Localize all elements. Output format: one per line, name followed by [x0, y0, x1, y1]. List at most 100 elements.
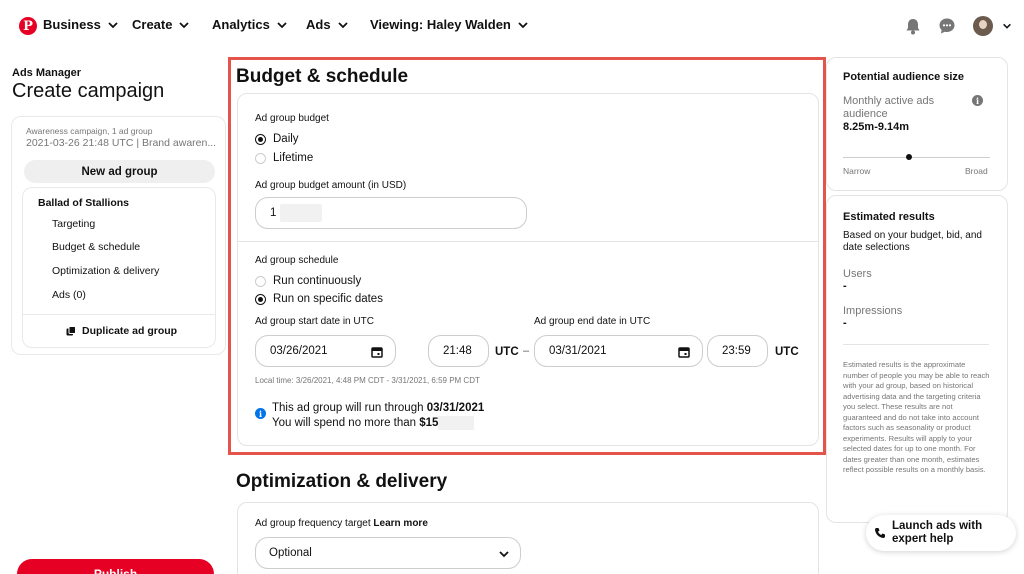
- users-value: -: [843, 280, 847, 292]
- divider: [23, 314, 215, 315]
- utc-label: UTC: [495, 346, 519, 358]
- divider: [843, 344, 989, 345]
- start-date-value: 03/26/2021: [270, 345, 328, 357]
- date-range-dash: –: [523, 345, 530, 357]
- chat-icon[interactable]: [937, 16, 957, 36]
- radio-daily-label: Daily: [273, 133, 299, 145]
- frequency-target-text: Ad group frequency target: [255, 518, 374, 529]
- budget-amount-input[interactable]: 1: [255, 197, 527, 229]
- launch-line1: Launch ads with: [892, 520, 983, 532]
- chevron-down-icon: [499, 551, 509, 558]
- spend-text: You will spend no more than $15: [272, 416, 475, 430]
- start-time-value: 21:48: [443, 345, 472, 357]
- impressions-label: Impressions: [843, 305, 903, 317]
- chevron-down-icon[interactable]: [1002, 21, 1012, 31]
- campaign-details[interactable]: 2021-03-26 21:48 UTC | Brand awaren...: [26, 137, 216, 149]
- nav-ads-label: Ads: [306, 17, 331, 32]
- ad-group-nav-budget-schedule[interactable]: Budget & schedule: [52, 241, 140, 253]
- start-date-input[interactable]: 03/26/2021: [255, 335, 396, 367]
- budget-amount-value: 1: [270, 207, 277, 219]
- start-time-input[interactable]: 21:48: [428, 335, 489, 367]
- budget-type-label: Ad group budget: [255, 113, 329, 124]
- radio-daily[interactable]: Daily: [255, 133, 299, 145]
- optimization-section-title: Optimization & delivery: [236, 471, 448, 492]
- radio-run-continuously-label: Run continuously: [273, 275, 362, 287]
- nav-analytics-label: Analytics: [212, 17, 270, 32]
- divider: [238, 241, 818, 242]
- bell-icon[interactable]: [903, 16, 923, 36]
- avatar[interactable]: [973, 16, 993, 36]
- radio-lifetime[interactable]: Lifetime: [255, 152, 313, 164]
- ad-group-nav-optimization[interactable]: Optimization & delivery: [52, 265, 159, 277]
- chevron-down-icon: [108, 21, 118, 28]
- impressions-value: -: [843, 317, 847, 329]
- budget-card: [237, 93, 819, 446]
- budget-amount-label: Ad group budget amount (in USD): [255, 180, 407, 191]
- ad-group-nav-ads[interactable]: Ads (0): [52, 289, 86, 301]
- chevron-down-icon: [179, 21, 190, 28]
- radio-run-specific-label: Run on specific dates: [273, 293, 383, 305]
- estimated-results-disclaimer: Estimated results is the approximate num…: [843, 360, 990, 474]
- schedule-label: Ad group schedule: [255, 255, 339, 266]
- radio-run-specific-dates[interactable]: Run on specific dates: [255, 293, 383, 305]
- radio-lifetime-label: Lifetime: [273, 152, 314, 164]
- ad-group-nav-targeting[interactable]: Targeting: [52, 218, 95, 230]
- duplicate-ad-group-button[interactable]: Duplicate ad group: [66, 325, 177, 337]
- run-through-prefix: This ad group will run through: [272, 402, 427, 414]
- launch-expert-help-button[interactable]: Launch ads with expert help: [866, 515, 1016, 551]
- utc-label: UTC: [775, 346, 799, 358]
- learn-more-link[interactable]: Learn more: [373, 518, 427, 529]
- audience-size-title: Potential audience size: [843, 71, 965, 83]
- campaign-summary: Awareness campaign, 1 ad group: [26, 126, 153, 136]
- info-icon[interactable]: i: [972, 95, 983, 106]
- ad-group-name[interactable]: Ballad of Stallions: [38, 197, 129, 209]
- radio-button[interactable]: [255, 133, 266, 145]
- spend-value: $15: [419, 417, 439, 430]
- page-title: Create campaign: [12, 80, 165, 102]
- end-time-value: 23:59: [722, 345, 751, 357]
- narrow-label: Narrow: [843, 166, 871, 176]
- chevron-down-icon: [337, 21, 348, 28]
- duplicate-icon: [66, 326, 76, 336]
- local-time-text: Local time: 3/26/2021, 4:48 PM CDT - 3/3…: [255, 376, 480, 385]
- duplicate-label: Duplicate ad group: [82, 325, 178, 337]
- spend-prefix: You will spend no more than: [272, 417, 420, 430]
- audience-range-bar: [843, 157, 990, 158]
- monthly-active-label: Monthly active ads audience: [843, 95, 935, 120]
- ads-manager-label: Ads Manager: [12, 67, 82, 79]
- launch-expert-help-label: Launch ads with expert help: [892, 520, 982, 546]
- chevron-down-icon: [277, 21, 287, 28]
- radio-button[interactable]: [255, 152, 266, 164]
- frequency-target-label: Ad group frequency target Learn more: [255, 518, 428, 529]
- monthly-active-value: 8.25m-9.14m: [843, 121, 910, 133]
- new-ad-group-button[interactable]: New ad group: [24, 160, 215, 183]
- radio-button[interactable]: [255, 293, 266, 305]
- pinterest-logo-icon[interactable]: P: [19, 17, 37, 35]
- redacted-area: [438, 416, 475, 430]
- broad-label: Broad: [965, 166, 988, 176]
- radio-button[interactable]: [255, 275, 266, 287]
- nav-business-label: Business: [43, 17, 101, 32]
- run-through-date: 03/31/2021: [426, 402, 485, 414]
- phone-icon: [875, 528, 885, 538]
- estimated-results-subtitle: Based on your budget, bid, and date sele…: [843, 230, 982, 253]
- redacted-area: [280, 204, 323, 222]
- frequency-target-select[interactable]: Optional: [255, 537, 521, 569]
- nav-business[interactable]: Business: [43, 17, 119, 32]
- publish-button[interactable]: Publish: [17, 559, 214, 574]
- start-date-label: Ad group start date in UTC: [255, 316, 374, 327]
- nav-ads[interactable]: Ads: [306, 17, 349, 32]
- end-date-input[interactable]: 03/31/2021: [534, 335, 703, 367]
- estimated-results-title: Estimated results: [843, 211, 935, 223]
- nav-viewing-account[interactable]: Viewing: Haley Walden: [370, 17, 529, 32]
- nav-create[interactable]: Create: [132, 17, 190, 32]
- budget-section-title: Budget & schedule: [236, 66, 409, 87]
- nav-analytics[interactable]: Analytics: [212, 17, 288, 32]
- calendar-icon[interactable]: [371, 346, 383, 358]
- top-nav: P Business Create Analytics Ads Viewing:…: [0, 0, 1024, 52]
- end-time-input[interactable]: 23:59: [707, 335, 768, 367]
- calendar-icon[interactable]: [678, 346, 690, 358]
- launch-line2: expert help: [892, 533, 954, 545]
- radio-run-continuously[interactable]: Run continuously: [255, 275, 361, 287]
- run-through-text: This ad group will run through 03/31/202…: [272, 402, 484, 414]
